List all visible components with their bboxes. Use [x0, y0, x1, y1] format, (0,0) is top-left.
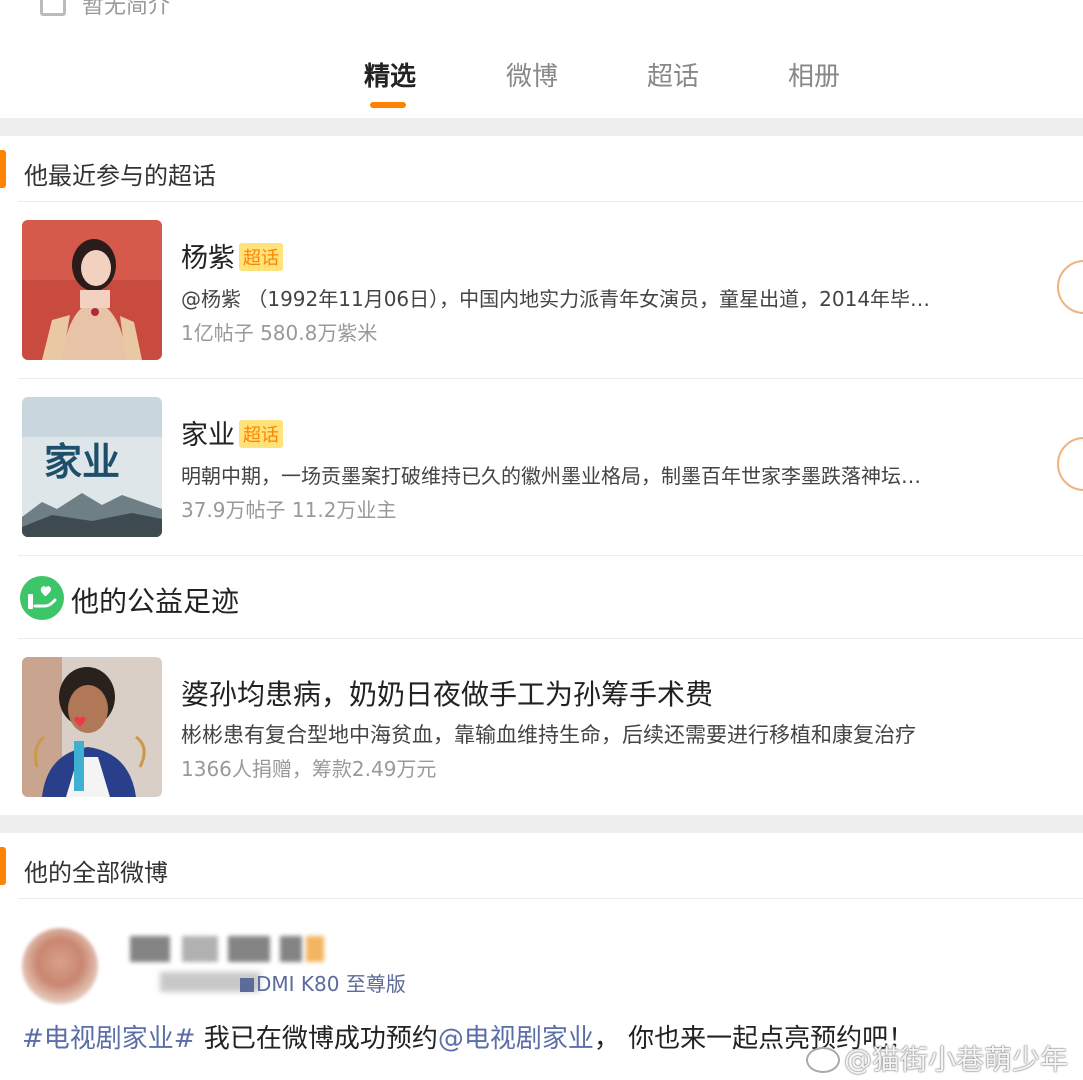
hashtag-link[interactable]: #电视剧家业# — [22, 1024, 196, 1054]
follow-button[interactable] — [1057, 260, 1083, 314]
section-title: 他最近参与的超话 — [24, 162, 216, 190]
tab-featured[interactable]: 精选 — [364, 56, 416, 93]
mention-link[interactable]: @电视剧家业 — [438, 1024, 594, 1054]
super-topic-badge: 超话 — [239, 420, 283, 448]
divider — [18, 898, 1083, 899]
super-topic-badge: 超话 — [239, 243, 283, 271]
section-accent-bar — [0, 150, 6, 188]
charity-project-stats: 1366人捐赠，筹款2.49万元 — [181, 757, 437, 781]
active-tab-indicator — [370, 102, 406, 108]
super-topics-header: 他最近参与的超话 — [0, 138, 1083, 202]
topic-stats: 1亿帖子 580.8万紫米 — [181, 321, 378, 345]
divider — [18, 378, 1083, 379]
topic-stats: 37.9万帖子 11.2万业主 — [181, 498, 397, 522]
charity-project-item[interactable]: 婆孙均患病，奶奶日夜做手工为孙筹手术费 彬彬患有复合型地中海贫血，靠输血维持生命… — [0, 657, 1083, 797]
username-blurred[interactable] — [130, 936, 330, 966]
tab-weibo[interactable]: 微博 — [506, 56, 558, 93]
charity-project-description: 彬彬患有复合型地中海贫血，靠输血维持生命，后续还需要进行移植和康复治疗 — [181, 723, 916, 747]
device-icon — [240, 978, 254, 992]
follow-button[interactable] — [1057, 437, 1083, 491]
charity-heart-hand-icon — [20, 576, 64, 620]
topic-description: @杨紫 （1992年11月06日），中国内地实力派青年女演员，童星出道，2014… — [181, 287, 931, 311]
tab-super-topic[interactable]: 超话 — [647, 56, 699, 93]
section-gap — [0, 118, 1083, 136]
post-source: DMI K80 至尊版 — [240, 968, 406, 997]
charity-cover-image — [22, 657, 162, 797]
section-gap — [0, 815, 1083, 833]
section-accent-bar — [0, 847, 6, 885]
watermark: @猫街小巷萌少年 — [806, 1038, 1068, 1078]
topic-name: 杨紫 超话 — [181, 236, 283, 275]
divider — [18, 638, 1083, 639]
charity-project-title: 婆孙均患病，奶奶日夜做手工为孙筹手术费 — [181, 678, 714, 711]
super-topic-item-jiaye[interactable]: 家业 家业 超话 明朝中期，一场贡墨案打破维持已久的徽州墨业格局，制墨百年世家李墨… — [0, 397, 1083, 537]
profile-intro: 暂无简介 — [82, 0, 171, 19]
topic-cover-image — [22, 220, 162, 360]
document-icon — [40, 0, 66, 16]
svg-text:家业: 家业 — [44, 439, 120, 484]
topic-cover-image: 家业 — [22, 397, 162, 537]
topic-description: 明朝中期，一场贡墨案打破维持已久的徽州墨业格局，制墨百年世家李墨跌落神坛… — [181, 464, 921, 488]
topic-name: 家业 超话 — [181, 413, 283, 452]
super-topic-item-yangzi[interactable]: 杨紫 超话 @杨紫 （1992年11月06日），中国内地实力派青年女演员，童星出道… — [0, 220, 1083, 360]
tab-album[interactable]: 相册 — [788, 56, 840, 93]
all-weibo-header: 他的全部微博 — [0, 835, 1083, 899]
profile-intro-row: 暂无简介 — [0, 0, 1083, 24]
section-title: 他的全部微博 — [24, 859, 168, 887]
divider — [18, 201, 1083, 202]
section-title: 他的公益足迹 — [71, 585, 240, 618]
charity-header: 他的公益足迹 — [0, 572, 1083, 632]
divider — [18, 555, 1083, 556]
weibo-logo-icon — [806, 1047, 840, 1073]
profile-tabs: 精选 微博 超话 相册 — [0, 40, 1083, 118]
avatar[interactable] — [22, 928, 98, 1004]
post-content: #电视剧家业# 我已在微博成功预约@电视剧家业， 你也来一起点亮预约吧！ — [22, 1024, 915, 1054]
